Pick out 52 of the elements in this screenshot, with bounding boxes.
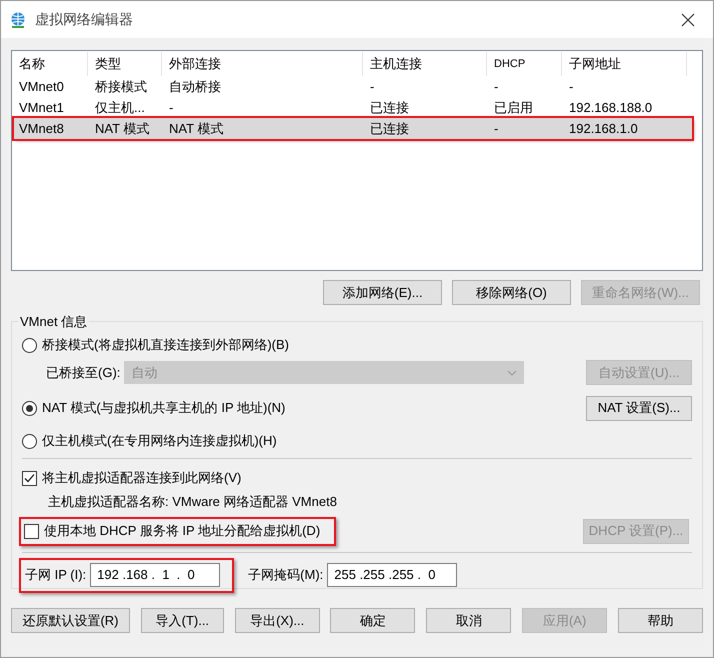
checkbox-option[interactable]: 使用本地 DHCP 服务将 IP 地址分配给虚拟机(D) (24, 521, 320, 541)
table-row[interactable]: VMnet0 桥接模式 自动桥接 - - - (14, 76, 692, 97)
table-cell-text: 已连接 (369, 120, 410, 138)
table-cell-text: 192.168.1.0 (568, 120, 639, 138)
table-cell-text: VMnet0 (18, 78, 65, 96)
button[interactable]: 导入(T)... (140, 608, 224, 633)
table-row[interactable]: VMnet8 NAT 模式 NAT 模式 已连接 - 192.168.1.0 (14, 118, 692, 139)
radio-option[interactable]: 桥接模式(将虚拟机直接连接到外部网络)(B) (22, 335, 692, 355)
mask-field[interactable]: 255 .255 .255 . 0 (327, 563, 458, 587)
column-header[interactable]: 名称 (12, 52, 88, 76)
button[interactable]: 确定 (330, 608, 416, 633)
column-header[interactable]: DHCP (487, 52, 562, 76)
button[interactable]: 导出(X)... (234, 608, 320, 633)
table-cell-text: VMnet8 (18, 120, 65, 138)
table-cell-text: - (493, 120, 500, 138)
table-cell-text: - (168, 98, 174, 117)
table-cell-text: 自动桥接 (168, 78, 222, 96)
table-cell-text: NAT 模式 (94, 120, 150, 138)
table-cell-text: VMnet1 (18, 98, 65, 117)
button[interactable]: 添加网络(E)... (323, 280, 442, 305)
caret-icon (507, 370, 518, 376)
checkbox-option[interactable]: 将主机虚拟适配器连接到此网络(V) (22, 468, 692, 488)
ip-field[interactable]: 192 .168 . 1 . 0 (90, 563, 220, 587)
button[interactable]: 移除网络(O) (452, 280, 571, 305)
button[interactable]: 取消 (426, 608, 512, 633)
table-cell-text: 已连接 (369, 98, 410, 117)
adapter-name: 主机虚拟适配器名称: VMware 网络适配器 VMnet8 (48, 494, 337, 509)
check-icon (24, 472, 35, 484)
field-label: 子网 IP (I): (25, 566, 86, 584)
button[interactable]: NAT 设置(S)... (586, 396, 692, 420)
table-cell-text: 桥接模式 (94, 78, 148, 96)
column-header[interactable]: 子网地址 (562, 52, 687, 76)
table-cell-text: - (369, 78, 376, 96)
close-icon[interactable] (681, 12, 695, 26)
table-cell-text: 192.168.188.0 (568, 98, 654, 117)
table-cell-text: 已启用 (493, 98, 534, 117)
button[interactable]: 还原默认设置(R) (11, 608, 130, 633)
table-cell-text: 仅主机... (94, 98, 146, 117)
table-cell-text: - (493, 78, 500, 96)
window-title: 虚拟网络编辑器 (35, 10, 133, 29)
column-header[interactable]: 类型 (88, 52, 162, 76)
globe-icon (9, 10, 27, 28)
field-label: 已桥接至(G): (46, 364, 120, 382)
table-cell-text: - (568, 78, 574, 96)
table-row[interactable]: VMnet1 仅主机... - 已连接 已启用 192.168.188.0 (14, 97, 692, 118)
radio-option[interactable]: NAT 模式(与虚拟机共享主机的 IP 地址)(N) (22, 398, 286, 418)
column-header[interactable]: 主机连接 (363, 52, 487, 76)
field-label: 子网掩码(M): (248, 566, 324, 584)
column-header[interactable]: 外部连接 (162, 52, 363, 76)
radio-option[interactable]: 仅主机模式(在专用网络内连接虚拟机)(H) (22, 431, 692, 451)
button[interactable]: 帮助 (618, 608, 703, 633)
table-cell-text: NAT 模式 (168, 120, 224, 138)
